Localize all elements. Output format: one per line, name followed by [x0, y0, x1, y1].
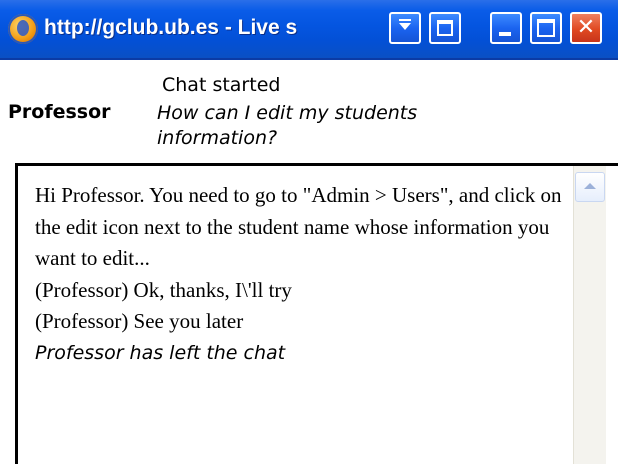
menu-dropdown-icon [399, 23, 411, 30]
title-bar[interactable]: http://gclub.ub.es - Live s ✕ [0, 0, 618, 60]
speaker-name: Professor [8, 101, 111, 123]
minimize-icon [499, 32, 511, 36]
restore-icon [437, 20, 453, 36]
minimize-button[interactable] [490, 12, 522, 44]
maximize-button[interactable] [530, 12, 562, 44]
close-button[interactable]: ✕ [570, 12, 602, 44]
chat-message: (Professor) See you later [35, 309, 244, 333]
chat-window: http://gclub.ub.es - Live s ✕ Chat start… [0, 0, 618, 464]
chevron-up-icon [584, 183, 596, 189]
speaker-question: How can I edit my students information? [157, 102, 418, 149]
transcript-body: Hi Professor. You need to go to "Admin >… [35, 180, 565, 369]
restore-button[interactable] [429, 12, 461, 44]
close-icon: ✕ [576, 15, 596, 40]
scroll-up-button[interactable] [575, 172, 605, 202]
chat-message: Hi Professor. You need to go to "Admin >… [35, 183, 562, 270]
menu-dropdown-button[interactable] [389, 12, 421, 44]
chat-message: (Professor) Ok, thanks, I\'ll try [35, 277, 292, 302]
chat-status: Chat started [162, 74, 281, 96]
menu-dropdown-icon [399, 19, 411, 21]
maximize-icon [537, 19, 555, 37]
chat-transcript[interactable]: Hi Professor. You need to go to "Admin >… [15, 163, 618, 464]
system-message: Professor has left the chat [35, 341, 286, 364]
browser-globe-icon[interactable] [8, 14, 38, 44]
vertical-scrollbar[interactable] [573, 166, 606, 464]
window-title: http://gclub.ub.es - Live s [44, 16, 298, 39]
